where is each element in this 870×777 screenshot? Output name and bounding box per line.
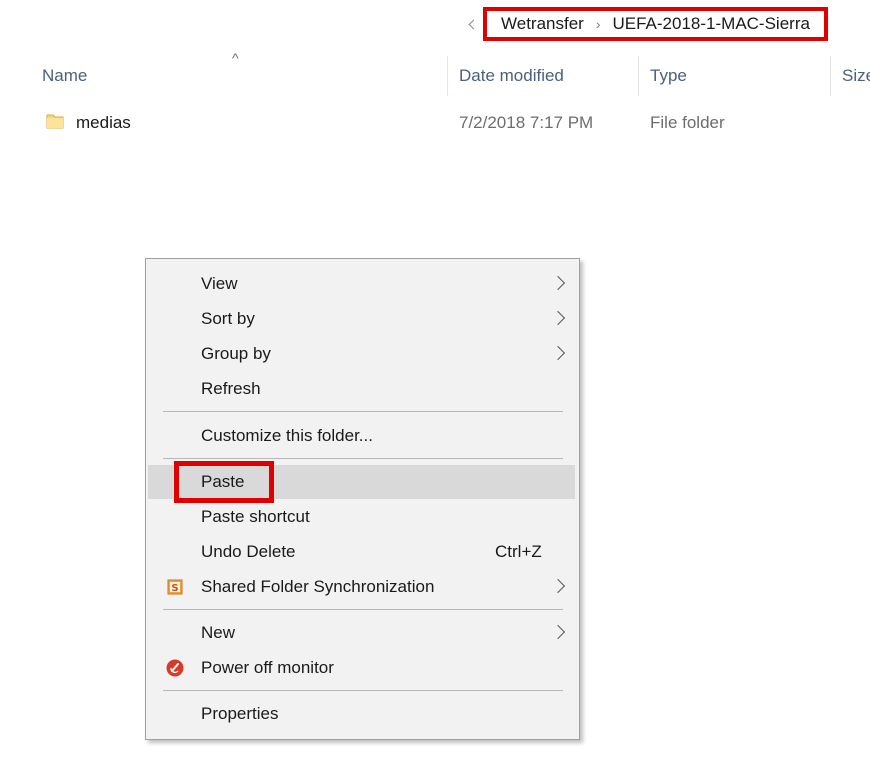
menu-item-label: Properties <box>201 704 279 723</box>
context-menu: View Sort by Group by Refresh Customize … <box>145 258 580 740</box>
menu-item-shortcut: Ctrl+Z <box>495 542 542 561</box>
chevron-right-icon <box>550 275 566 291</box>
menu-item-properties[interactable]: Properties <box>148 697 575 731</box>
menu-separator <box>163 609 563 610</box>
folder-icon <box>46 112 64 130</box>
menu-separator <box>163 690 563 691</box>
file-type: File folder <box>650 113 725 132</box>
chevron-right-icon <box>550 624 566 640</box>
menu-item-power-off-monitor[interactable]: Power off monitor <box>148 651 575 685</box>
sort-ascending-icon: ^ <box>232 50 239 66</box>
file-name[interactable]: medias <box>76 113 131 133</box>
column-divider[interactable] <box>638 56 639 96</box>
sync-s-icon: S <box>166 578 184 596</box>
column-divider[interactable] <box>830 56 831 96</box>
explorer-window: Wetransfer › UEFA-2018-1-MAC-Sierra ^ Na… <box>0 0 870 777</box>
breadcrumb-separator-icon[interactable]: › <box>596 16 601 32</box>
menu-item-label: Sort by <box>201 309 255 328</box>
menu-item-label: View <box>201 274 238 293</box>
file-row[interactable]: medias 7/2/2018 7:17 PM File folder <box>0 108 870 138</box>
menu-item-shared-folder-sync[interactable]: S Shared Folder Synchronization <box>148 570 575 604</box>
column-header-name[interactable]: Name <box>42 58 87 94</box>
menu-item-undo-delete[interactable]: Undo Delete Ctrl+Z <box>148 535 575 569</box>
chevron-right-icon <box>550 345 566 361</box>
menu-item-paste-shortcut[interactable]: Paste shortcut <box>148 500 575 534</box>
menu-item-sort-by[interactable]: Sort by <box>148 302 575 336</box>
column-header-date-modified[interactable]: Date modified <box>459 58 564 94</box>
menu-item-group-by[interactable]: Group by <box>148 337 575 371</box>
menu-item-new[interactable]: New <box>148 616 575 650</box>
menu-item-label: Refresh <box>201 379 261 398</box>
menu-item-view[interactable]: View <box>148 267 575 301</box>
svg-text:S: S <box>171 583 178 594</box>
menu-item-label: New <box>201 623 236 642</box>
power-off-icon <box>166 659 184 677</box>
menu-item-label: Undo Delete <box>201 542 296 561</box>
menu-item-label: Power off monitor <box>201 658 334 677</box>
menu-separator <box>163 458 563 459</box>
menu-item-label: Paste shortcut <box>201 507 310 526</box>
breadcrumb-item-current-folder[interactable]: UEFA-2018-1-MAC-Sierra <box>613 14 810 34</box>
chevron-right-icon <box>550 578 566 594</box>
menu-item-label: Shared Folder Synchronization <box>201 577 435 596</box>
menu-item-label: Group by <box>201 344 271 363</box>
column-divider[interactable] <box>447 56 448 96</box>
address-bar: Wetransfer › UEFA-2018-1-MAC-Sierra <box>468 4 828 44</box>
file-date-modified: 7/2/2018 7:17 PM <box>459 113 594 132</box>
chevron-left-icon[interactable] <box>468 19 479 29</box>
chevron-right-icon <box>550 310 566 326</box>
menu-item-label: Customize this folder... <box>201 426 373 445</box>
menu-separator <box>163 411 563 412</box>
column-header-size[interactable]: Size <box>842 58 870 94</box>
menu-item-refresh[interactable]: Refresh <box>148 372 575 406</box>
menu-item-label: Paste <box>201 472 245 491</box>
breadcrumb-item-wetransfer[interactable]: Wetransfer <box>501 14 584 34</box>
menu-item-paste[interactable]: Paste <box>148 461 575 503</box>
column-header-type[interactable]: Type <box>650 58 687 94</box>
breadcrumb: Wetransfer › UEFA-2018-1-MAC-Sierra <box>483 7 828 41</box>
menu-item-customize-folder[interactable]: Customize this folder... <box>148 419 575 453</box>
